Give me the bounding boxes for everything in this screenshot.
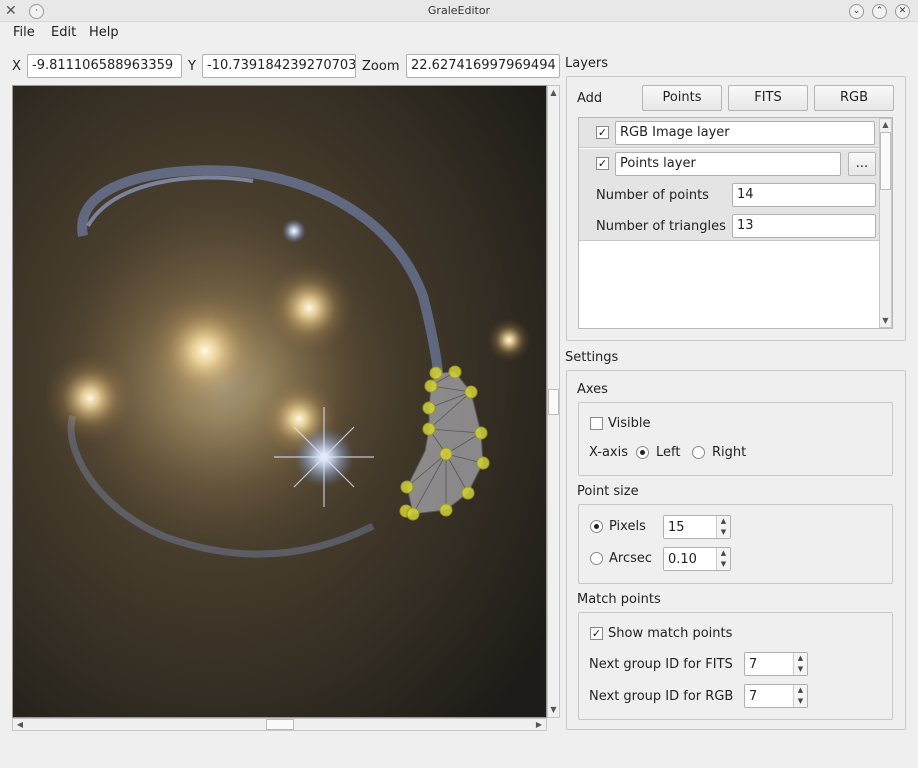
zoom-label: Zoom: [362, 59, 400, 74]
points-layer-name[interactable]: Points layer: [615, 152, 841, 176]
add-fits-button[interactable]: FITS: [728, 85, 808, 111]
show-match-points-checkbox[interactable]: ✓: [590, 627, 603, 640]
hscroll-right-arrow[interactable]: ▶: [532, 718, 546, 731]
arcsec-spinbox[interactable]: 0.10 ▲ ▼: [663, 547, 731, 571]
point-size-title: Point size: [577, 484, 639, 499]
layer-scroll-thumb[interactable]: [880, 132, 891, 190]
axes-title: Axes: [577, 382, 608, 397]
pixels-label: Pixels: [609, 519, 646, 534]
fits-group-id-value: 7: [749, 657, 758, 672]
num-triangles-label: Number of triangles: [596, 219, 726, 234]
menu-file[interactable]: File: [11, 25, 37, 40]
layer-scroll-down-arrow[interactable]: ▼: [879, 314, 892, 328]
window-title: GraleEditor: [427, 4, 491, 17]
close-button[interactable]: ✕: [895, 4, 910, 19]
arcsec-value: 0.10: [668, 552, 697, 567]
y-label: Y: [188, 59, 196, 74]
num-triangles-field[interactable]: 13: [732, 214, 876, 238]
points-layer-more-button[interactable]: ...: [848, 152, 876, 176]
x-field[interactable]: -9.811106588963359: [27, 54, 182, 78]
pixels-value: 15: [668, 520, 685, 535]
hscroll-thumb[interactable]: [266, 719, 294, 730]
vscroll-up-arrow[interactable]: ▲: [547, 86, 560, 100]
xaxis-left-radio[interactable]: [636, 446, 649, 459]
layer-scroll-up-arrow[interactable]: ▲: [879, 118, 892, 132]
fits-group-id-label: Next group ID for FITS: [589, 657, 733, 672]
axes-visible-checkbox[interactable]: [590, 417, 603, 430]
menu-edit[interactable]: Edit: [49, 25, 78, 40]
menu-help[interactable]: Help: [87, 25, 121, 40]
num-points-label: Number of points: [596, 188, 709, 203]
rgb-group-id-value: 7: [749, 689, 758, 704]
points-layer-checkbox[interactable]: ✓: [596, 157, 609, 170]
pixels-spin-arrows[interactable]: ▲ ▼: [716, 516, 730, 538]
pixels-spinbox[interactable]: 15 ▲ ▼: [663, 515, 731, 539]
arcsec-radio[interactable]: [590, 552, 603, 565]
xaxis-left-label: Left: [656, 445, 681, 460]
settings-title: Settings: [565, 350, 619, 365]
minimize-button[interactable]: ⌄: [849, 4, 864, 19]
rgb-spin-arrows[interactable]: ▲ ▼: [793, 685, 807, 707]
xaxis-right-radio[interactable]: [692, 446, 705, 459]
fits-group-id-spinbox[interactable]: 7 ▲ ▼: [744, 652, 808, 676]
axes-visible-label: Visible: [608, 416, 651, 431]
add-label: Add: [577, 91, 603, 106]
show-match-points-label: Show match points: [608, 626, 733, 641]
num-points-field[interactable]: 14: [732, 183, 876, 207]
rgb-group-id-label: Next group ID for RGB: [589, 689, 734, 704]
axes-group: [578, 402, 893, 476]
rgb-group-id-spinbox[interactable]: 7 ▲ ▼: [744, 684, 808, 708]
astro-image: [13, 86, 546, 717]
hscroll-left-arrow[interactable]: ◀: [13, 718, 27, 731]
arcsec-label: Arcsec: [609, 551, 653, 566]
point-size-group: [578, 504, 893, 584]
pixels-radio[interactable]: [590, 520, 603, 533]
fits-spin-arrows[interactable]: ▲ ▼: [793, 653, 807, 675]
y-field[interactable]: -10.739184239270703: [202, 54, 356, 78]
x-label: X: [12, 59, 21, 74]
maximize-button[interactable]: ⌃: [872, 4, 887, 19]
layers-title: Layers: [565, 56, 609, 71]
match-points-title: Match points: [577, 592, 661, 607]
rgb-layer-name[interactable]: RGB Image layer: [615, 121, 875, 145]
xaxis-right-label: Right: [712, 445, 747, 460]
add-rgb-button[interactable]: RGB: [814, 85, 894, 111]
image-viewport[interactable]: [12, 85, 547, 718]
rgb-layer-checkbox[interactable]: ✓: [596, 126, 609, 139]
vscroll-down-arrow[interactable]: ▼: [547, 703, 560, 717]
vscroll-thumb[interactable]: [548, 389, 559, 415]
zoom-field[interactable]: 22.627416997969494: [406, 54, 560, 78]
add-points-button[interactable]: Points: [642, 85, 722, 111]
xaxis-label: X-axis: [589, 445, 628, 460]
arcsec-spin-arrows[interactable]: ▲ ▼: [716, 548, 730, 570]
